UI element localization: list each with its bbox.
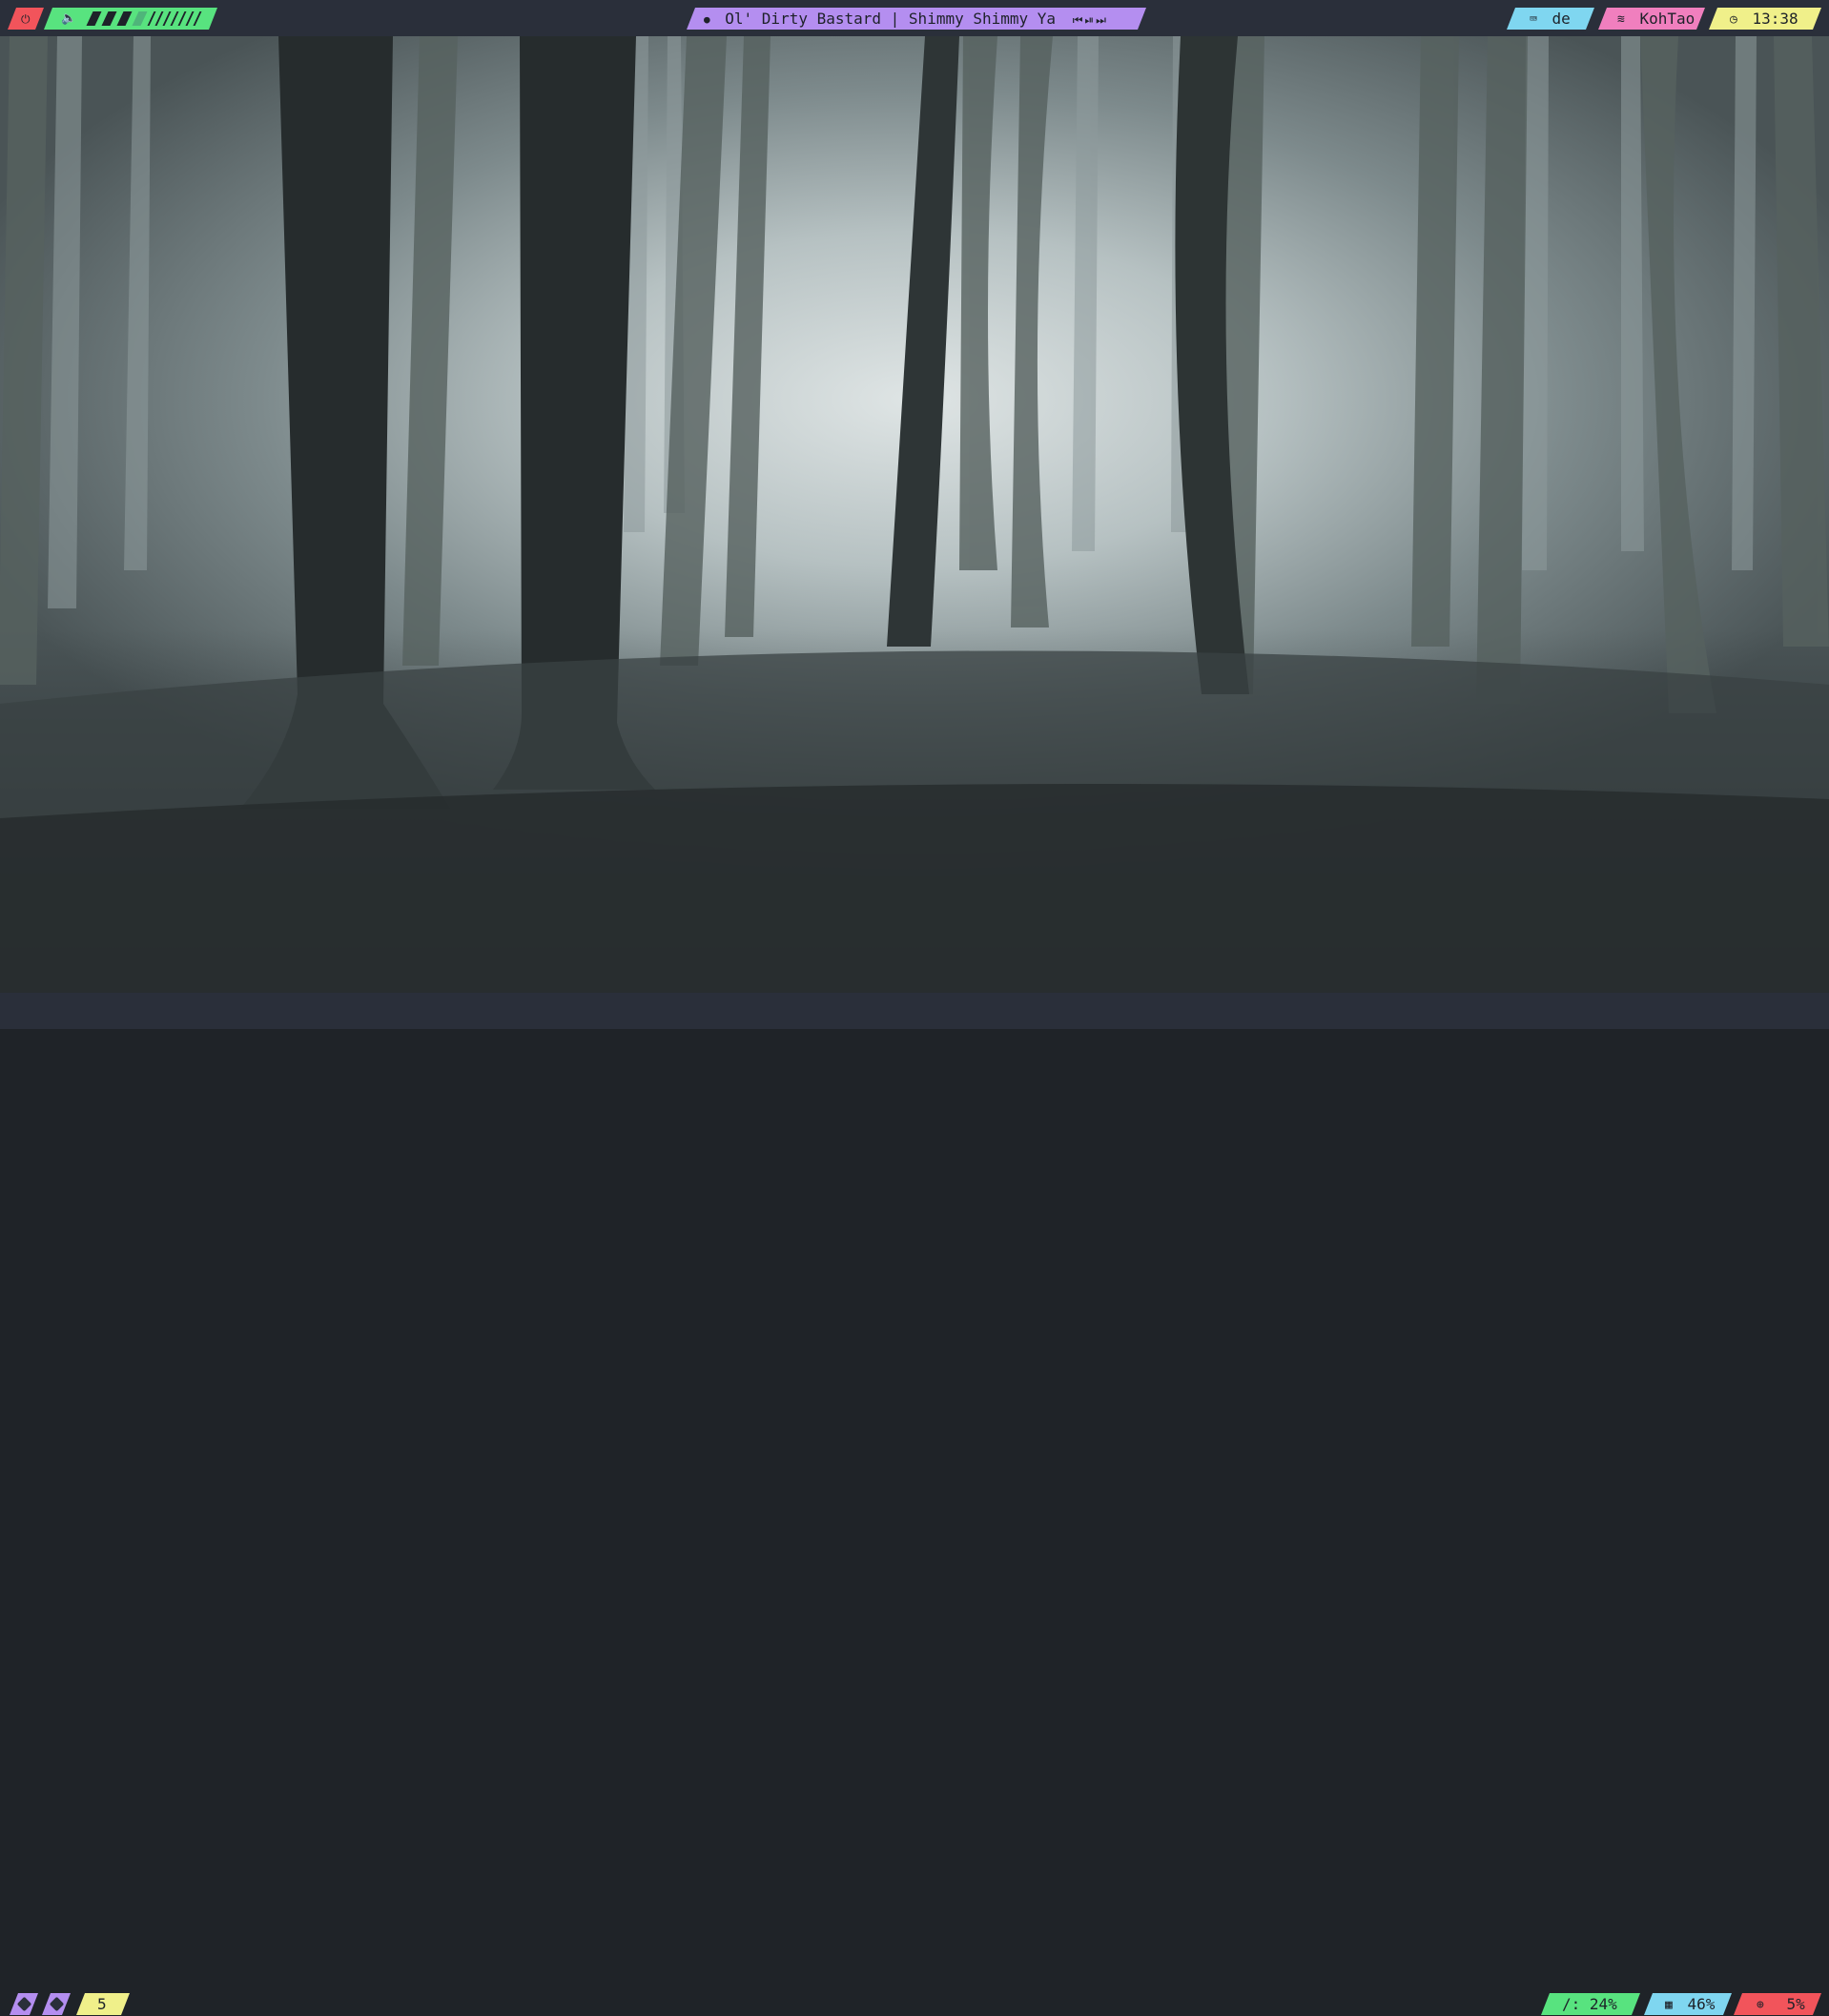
cpu-icon: ⊕ [1757, 1998, 1764, 2012]
volume-segment [102, 11, 117, 26]
keyboard-layout-label: de [1552, 10, 1571, 28]
bottom-status-bar: 5 /: 24% ▦ 46% ⊕ 5% [0, 993, 1829, 1029]
wifi-icon: ≋ [1617, 12, 1625, 27]
media-controls[interactable]: ⏮⏯⏭ [1073, 10, 1108, 31]
cpu-usage-label: 5% [1786, 1995, 1805, 2013]
disk-usage-widget[interactable]: /: 24% [1541, 1993, 1640, 2015]
volume-widget[interactable]: 🔈 [44, 8, 217, 30]
workspace-dot-icon [50, 1997, 65, 2012]
volume-level-bar[interactable] [88, 8, 208, 30]
disk-usage-label: /: 24% [1562, 1995, 1617, 2013]
speaker-icon: 🔈 [61, 11, 77, 26]
next-icon[interactable]: ⏭ [1096, 13, 1108, 27]
clock-icon: ◷ [1730, 12, 1737, 27]
desktop-wallpaper [0, 36, 1829, 993]
memory-widget[interactable]: ▦ 46% [1644, 1993, 1732, 2015]
clock-label: 13:38 [1752, 10, 1798, 28]
power-button[interactable]: ⏻ [8, 8, 44, 30]
workspace-2[interactable] [42, 1993, 71, 2015]
wifi-network-label: KohTao [1639, 10, 1695, 28]
previous-icon[interactable]: ⏮ [1073, 13, 1085, 27]
now-playing-track: Ol' Dirty Bastard | Shimmy Shimmy Ya [725, 10, 1057, 28]
workspace-current[interactable]: 5 [76, 1993, 130, 2015]
music-disc-icon: ● [704, 13, 710, 26]
keyboard-icon: ⌨ [1530, 12, 1537, 27]
keyboard-layout-widget[interactable]: ⌨ de [1507, 8, 1594, 30]
top-status-bar: ⏻ 🔈 ● Ol' Dirty Bastard | Shimmy Shimmy … [0, 0, 1829, 36]
power-icon: ⏻ [21, 12, 31, 26]
media-player-widget[interactable]: ● Ol' Dirty Bastard | Shimmy Shimmy Ya ⏮… [687, 8, 1146, 30]
play-pause-icon[interactable]: ⏯ [1085, 13, 1097, 27]
volume-segment [87, 11, 102, 26]
foggy-forest-image [0, 36, 1829, 993]
cpu-widget[interactable]: ⊕ 5% [1734, 1993, 1821, 2015]
workspace-number: 5 [97, 1995, 107, 2013]
volume-segment [117, 11, 133, 26]
memory-usage-label: 46% [1687, 1995, 1716, 2013]
wifi-widget[interactable]: ≋ KohTao [1598, 8, 1705, 30]
workspace-dot-icon [17, 1997, 32, 2012]
memory-chip-icon: ▦ [1665, 1998, 1673, 2012]
volume-segment [133, 11, 148, 26]
workspace-1[interactable] [10, 1993, 38, 2015]
clock-widget[interactable]: ◷ 13:38 [1709, 8, 1821, 30]
